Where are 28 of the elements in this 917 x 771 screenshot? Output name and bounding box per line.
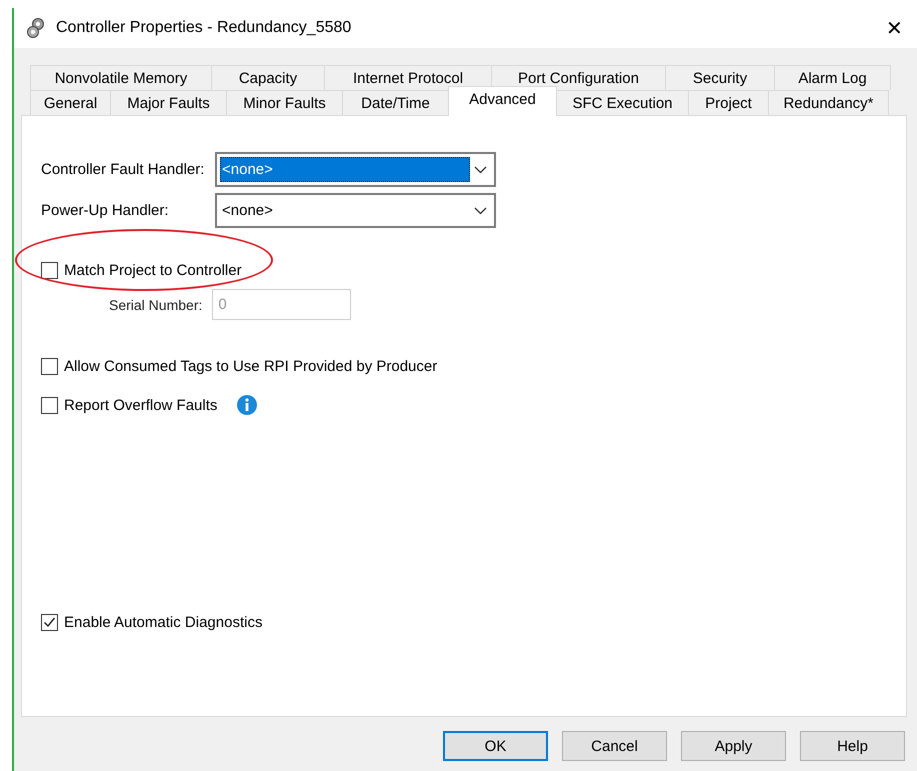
tab[interactable]: Alarm Log (774, 65, 891, 90)
dialog-button[interactable]: Cancel (562, 731, 667, 761)
tab[interactable]: Redundancy* (768, 90, 889, 115)
tab[interactable]: General (30, 90, 111, 115)
checkbox-label: Report Overflow Faults (64, 396, 218, 414)
dialog-button[interactable]: Apply (681, 731, 786, 761)
checkbox-label: Enable Automatic Diagnostics (64, 614, 262, 631)
window-title: Controller Properties - Redundancy_5580 (56, 19, 352, 37)
info-icon[interactable] (237, 395, 258, 415)
checkbox-label: Match Project to Controller (64, 262, 242, 279)
tab[interactable]: Advanced (448, 86, 557, 116)
dropdown[interactable]: <none> (215, 193, 496, 228)
checkbox-label: Allow Consumed Tags to Use RPI Provided by Producer (64, 358, 438, 375)
tab[interactable]: Nonvolatile Memory (30, 65, 212, 90)
checkbox[interactable] (41, 262, 58, 279)
close-button[interactable]: ✕ (882, 16, 907, 40)
checkbox[interactable] (41, 396, 58, 414)
checkbox[interactable] (41, 358, 58, 375)
chevron-down-icon (474, 166, 487, 174)
dialog-button[interactable]: OK (443, 731, 548, 761)
chevron-down-icon (474, 206, 487, 214)
dropdown[interactable]: <none> (215, 152, 496, 187)
field-label: Serial Number: (109, 296, 202, 312)
checkbox[interactable] (41, 614, 58, 631)
gears-icon (26, 17, 46, 39)
field-label: Controller Fault Handler: (41, 161, 206, 178)
field-label: Power-Up Handler: (41, 202, 170, 219)
dialog-button[interactable]: Help (800, 731, 905, 761)
